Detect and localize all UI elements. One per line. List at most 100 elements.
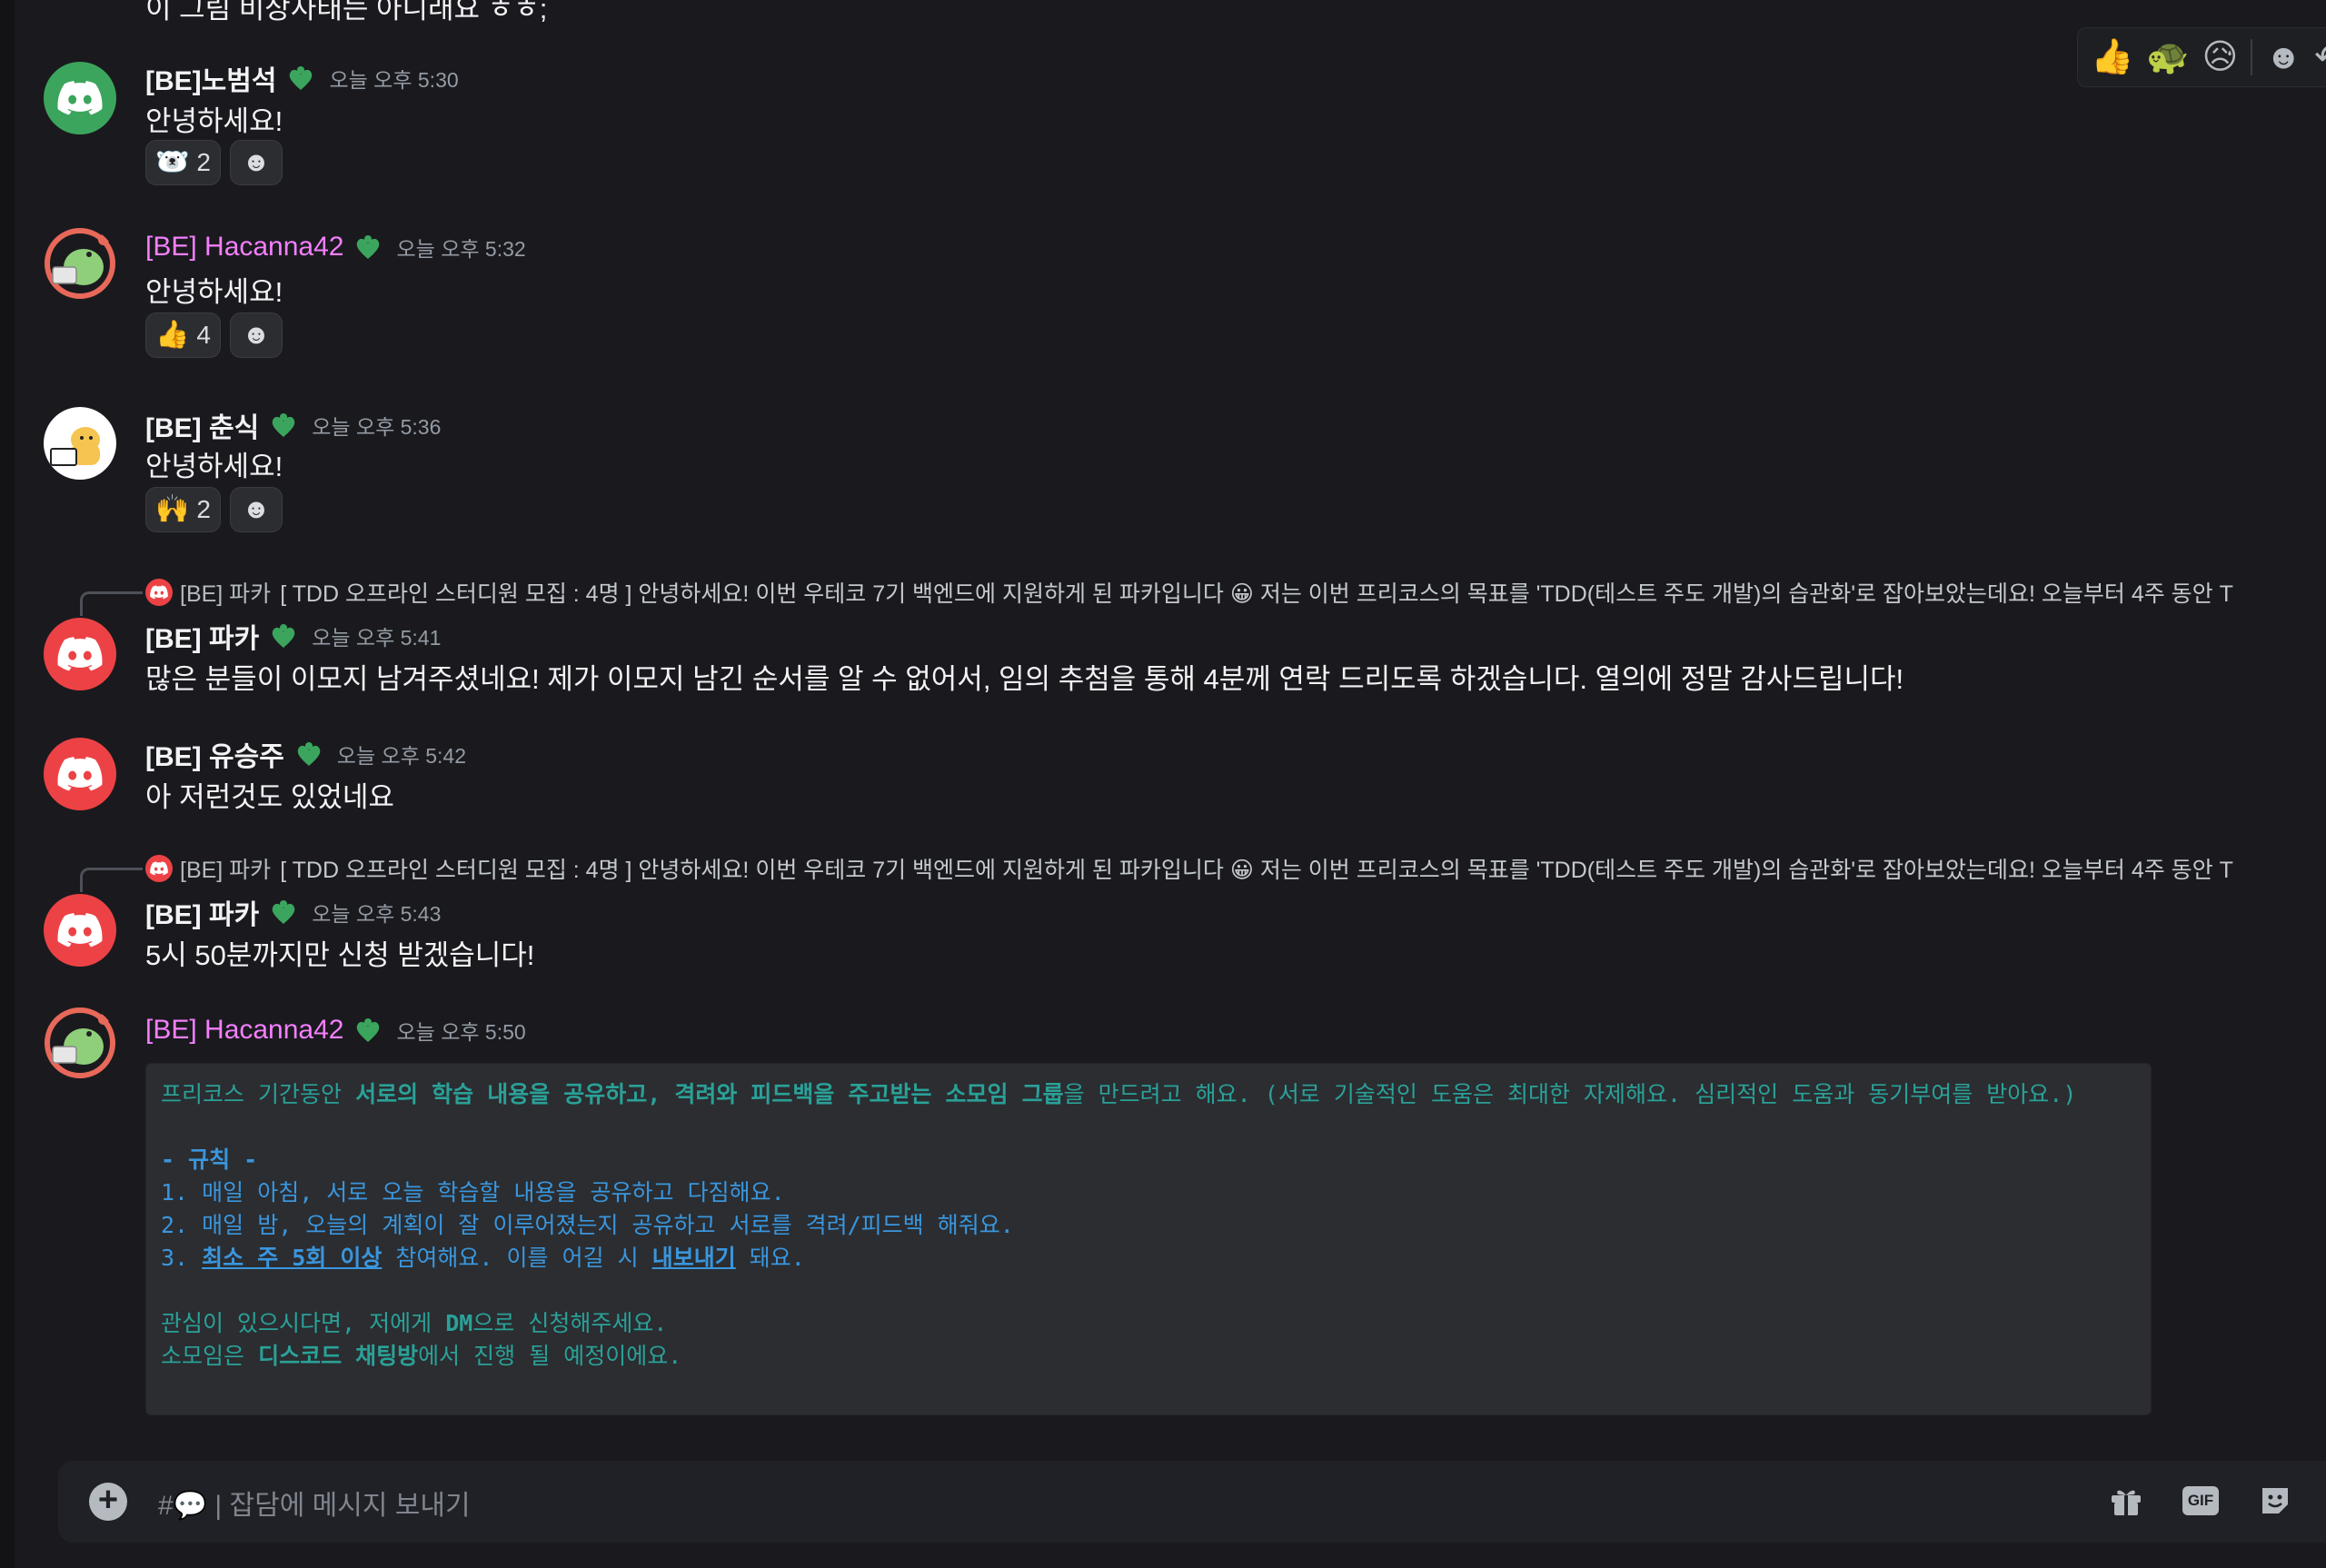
reply-avatar [145, 855, 173, 882]
left-rail [0, 0, 15, 1568]
reply-spine [80, 591, 143, 616]
message-text: 안녕하세요! [145, 451, 283, 482]
rule-item: 1. 매일 아침, 서로 오늘 학습할 내용을 공유하고 다짐해요. [161, 1179, 785, 1206]
reply-text: [ TDD 오프라인 스터디원 모집 : 4명 ] 안녕하세요! 이번 우테코 … [280, 858, 2233, 883]
avatar[interactable] [44, 618, 116, 690]
add-reaction-button[interactable]: ☻ [229, 487, 283, 532]
username[interactable]: [BE] Hacanna42 [145, 1015, 343, 1046]
code-text: 프리코스 기간동안 [161, 1081, 356, 1107]
message-header: [BE] 파카 오늘 오후 5:43 [145, 894, 441, 930]
reply-avatar [145, 579, 173, 606]
sticker-icon[interactable] [2253, 1479, 2297, 1523]
toolbar-divider [2251, 39, 2253, 75]
role-icon [357, 235, 380, 259]
gif-button[interactable]: GIF [2179, 1479, 2222, 1523]
username[interactable]: [BE] Hacanna42 [145, 232, 343, 263]
code-bold-text: DM [445, 1310, 473, 1336]
reaction-list: 👍 4 ☻ [145, 313, 283, 360]
avatar[interactable] [44, 407, 116, 480]
gift-icon[interactable] [2104, 1479, 2148, 1523]
role-icon [272, 413, 295, 437]
reaction-count: 2 [196, 148, 211, 176]
reply-spine [80, 868, 143, 892]
code-text: 으로 신청해주세요. [472, 1310, 668, 1336]
rules-title: - 규칙 - [161, 1146, 258, 1173]
message-header: [BE] 춘식 오늘 오후 5:36 [145, 407, 441, 443]
role-icon [290, 66, 313, 90]
add-reaction-button[interactable]: ☻ [229, 313, 283, 358]
avatar[interactable] [44, 1007, 116, 1079]
add-reaction-icon[interactable]: ☻ [2265, 40, 2301, 74]
reaction-count: 4 [196, 321, 211, 349]
add-reaction-button[interactable]: ☻ [229, 140, 283, 185]
code-text: 소모임은 [161, 1343, 259, 1369]
rule-item: 2. 매일 밤, 오늘의 계획이 잘 이루어졌는지 공유하고 서로를 격려/피드… [161, 1212, 1014, 1238]
avatar[interactable] [44, 62, 116, 134]
frog-avatar-icon [45, 228, 115, 299]
reply-icon[interactable]: ↶ [2314, 40, 2326, 74]
upload-plus-button[interactable]: + [89, 1483, 127, 1521]
timestamp: 오늘 오후 5:36 [312, 415, 442, 439]
rule-item-prefix: 3. [161, 1245, 203, 1271]
reaction-count: 2 [196, 495, 211, 523]
turtle-reaction-button[interactable]: 🐢 [2146, 40, 2189, 74]
composer-actions: GIF [2104, 1479, 2326, 1523]
reaction-chip[interactable]: 👍 4 [145, 313, 221, 358]
role-icon [272, 900, 295, 924]
username[interactable]: [BE] 파카 [145, 892, 259, 932]
discord-logo-icon [150, 861, 168, 876]
reply-text: [ TDD 오프라인 스터디원 모집 : 4명 ] 안녕하세요! 이번 우테코 … [280, 581, 2233, 607]
rule-item-text: 참여해요. 이를 어길 시 [382, 1245, 652, 1271]
reaction-list: 🙌 2 ☻ [145, 487, 283, 534]
sad-reaction-button[interactable]: 😥 [2202, 40, 2239, 74]
thumbs-up-icon: 👍 [155, 320, 190, 350]
message-composer[interactable]: + #💬 | 잡담에 메시지 보내기 GIF [58, 1461, 2326, 1543]
discord-logo-icon [57, 81, 103, 115]
sticker-icon-svg [2262, 1488, 2288, 1513]
username[interactable]: [BE]노범석 [145, 58, 276, 98]
message-text: 안녕하세요! [145, 105, 283, 137]
code-text: 관심이 있으시다면, 저에게 [161, 1310, 446, 1336]
reply-username: [BE] 파카 [180, 581, 272, 607]
discord-logo-icon [150, 585, 168, 600]
reaction-chip[interactable]: 🙌 2 [145, 487, 221, 532]
gif-icon: GIF [2182, 1486, 2219, 1515]
gift-icon-svg [2112, 1490, 2141, 1515]
username[interactable]: [BE] 파카 [145, 616, 259, 656]
code-bold-text: 서로의 학습 내용을 공유하고, 격려와 피드백을 주고받는 소모임 그룹 [355, 1081, 1064, 1107]
role-icon [357, 1018, 380, 1042]
message-header: [BE] 유승주 오늘 오후 5:42 [145, 736, 466, 772]
reply-username: [BE] 파카 [180, 858, 272, 883]
previous-message-text: 이 그림 비상사태는 아니래요 ㅎㅎ; [145, 0, 548, 25]
timestamp: 오늘 오후 5:42 [336, 744, 466, 768]
discord-logo-icon [57, 757, 103, 791]
message-hover-toolbar: 👍 🐢 😥 ☻ ↶ [2077, 27, 2326, 87]
username[interactable]: [BE] 춘식 [145, 405, 259, 445]
timestamp: 오늘 오후 5:50 [396, 1020, 526, 1044]
thumbs-up-reaction-button[interactable]: 👍 [2091, 40, 2133, 74]
timestamp: 오늘 오후 5:41 [312, 626, 442, 650]
avatar[interactable] [44, 738, 116, 810]
avatar[interactable] [44, 894, 116, 967]
role-icon [297, 742, 321, 766]
timestamp: 오늘 오후 5:32 [396, 237, 526, 261]
code-bold-text: 디스코드 채팅방 [258, 1343, 419, 1369]
raised-hands-icon: 🙌 [155, 494, 190, 524]
reply-preview[interactable]: [BE] 파카 [ TDD 오프라인 스터디원 모집 : 4명 ] 안녕하세요!… [145, 576, 2233, 609]
message-text: 많은 분들이 이모지 남겨주셨네요! 제가 이모지 남긴 순서를 알 수 없어서… [145, 663, 1904, 695]
timestamp: 오늘 오후 5:43 [312, 902, 442, 926]
code-text: 에서 진행 될 예정이에요. [418, 1343, 682, 1369]
reply-preview[interactable]: [BE] 파카 [ TDD 오프라인 스터디원 모집 : 4명 ] 안녕하세요!… [145, 852, 2233, 885]
message-header: [BE] Hacanna42 오늘 오후 5:32 [145, 229, 526, 265]
username[interactable]: [BE] 유승주 [145, 734, 284, 774]
message-input[interactable]: #💬 | 잡담에 메시지 보내기 [158, 1483, 471, 1523]
avatar[interactable] [44, 227, 116, 300]
frog-avatar-icon [45, 1007, 115, 1078]
cat-avatar-icon [50, 427, 100, 466]
code-block: 프리코스 기간동안 서로의 학습 내용을 공유하고, 격려와 피드백을 주고받는… [145, 1063, 2152, 1415]
reaction-chip[interactable]: 🐻‍❄️ 2 [145, 140, 221, 185]
message-text: 5시 50분까지만 신청 받겠습니다! [145, 939, 535, 971]
discord-logo-icon [57, 637, 103, 671]
rule-item-text: 돼요. [735, 1245, 805, 1271]
timestamp: 오늘 오후 5:30 [329, 68, 459, 92]
